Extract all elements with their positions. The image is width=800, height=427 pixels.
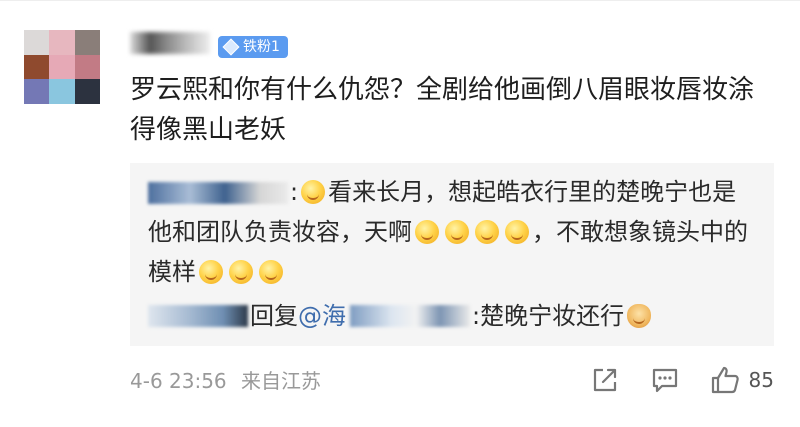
comment-icon[interactable] [649, 364, 681, 396]
smile-emoji-icon [505, 220, 529, 244]
laugh-emoji-icon [229, 260, 253, 284]
reply-username-blurred[interactable] [148, 305, 248, 327]
comment-location: 来自江苏 [241, 369, 322, 393]
username-blurred[interactable] [130, 32, 210, 54]
smile-emoji-icon [301, 180, 326, 204]
avatar-tile [49, 30, 75, 55]
reply-colon: : [290, 178, 299, 206]
like-count: 85 [748, 368, 774, 392]
reply-username-blurred[interactable] [148, 182, 288, 204]
laugh-emoji-icon [259, 260, 283, 284]
comment-text: 罗云熙和你有什么仇怨？全剧给他画倒八眉眼妆唇妆涂得像黑山老妖 [130, 75, 755, 145]
reply-item-2[interactable]: 回复 @海: 楚晚宁妆还行 [148, 296, 748, 336]
badge-label: 铁粉1 [243, 39, 280, 55]
diamond-icon [222, 38, 240, 56]
fan-badge[interactable]: 铁粉1 [218, 36, 288, 58]
avatar-tile [24, 79, 50, 104]
avatar-tile [74, 54, 100, 80]
thumbs-up-icon[interactable] [709, 364, 741, 396]
smile-emoji-icon [415, 220, 439, 244]
dog-emoji-icon [627, 304, 652, 328]
smile-emoji-icon [475, 220, 499, 244]
mention-blurred [350, 305, 470, 327]
share-icon[interactable] [589, 364, 621, 396]
reply-colon: : [472, 302, 481, 330]
avatar-tile [24, 54, 50, 80]
avatar-tile [49, 79, 75, 104]
avatar-tile [24, 30, 50, 55]
avatar-tile [74, 79, 100, 104]
mention-link[interactable]: @海 [298, 296, 346, 336]
action-bar: 85 [561, 364, 774, 396]
comment-meta: 4-6 23:56 来自江苏 [130, 368, 321, 394]
avatar-tile [74, 30, 100, 55]
reply-item-1[interactable]: : 看来长月，想起皓衣行里的楚晚宁也是他和团队负责妆容，天啊 ，不敢想象镜头中的模样 [148, 172, 748, 292]
top-divider [0, 0, 800, 1]
smile-emoji-icon [445, 220, 469, 244]
laugh-emoji-icon [199, 260, 223, 284]
reply-word: 回复 [250, 302, 298, 330]
reply-text: 楚晚宁妆还行 [480, 302, 625, 330]
avatar-tile [49, 54, 75, 80]
comment-time: 4-6 23:56 [130, 369, 227, 393]
avatar[interactable] [24, 30, 100, 104]
